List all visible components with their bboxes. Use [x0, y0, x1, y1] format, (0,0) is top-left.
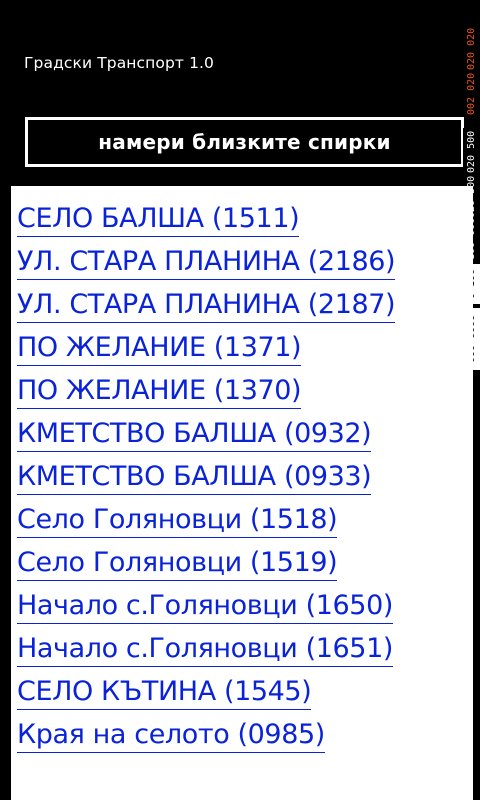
stop-list-item: Начало с.Голяновци (1650) — [17, 588, 395, 631]
stop-list-item: ПО ЖЕЛАНИЕ (1371) — [17, 330, 395, 373]
stop-list-item: Село Голяновци (1519) — [17, 545, 395, 588]
stop-list-item: Село Голяновци (1518) — [17, 502, 395, 545]
stop-link[interactable]: КМЕТСТВО БАЛША (0932) — [17, 416, 372, 452]
stop-link[interactable]: ПО ЖЕЛАНИЕ (1370) — [17, 373, 302, 409]
stop-link[interactable]: УЛ. СТАРА ПЛАНИНА (2187) — [17, 287, 396, 323]
stop-link[interactable]: ПО ЖЕЛАНИЕ (1371) — [17, 330, 302, 366]
stop-list-item: СЕЛО БАЛША (1511) — [17, 201, 395, 244]
stop-link[interactable]: СЕЛО БАЛША (1511) — [17, 201, 300, 237]
find-nearby-stops-button[interactable]: намери близките спирки — [25, 117, 464, 167]
stop-list: СЕЛО БАЛША (1511) УЛ. СТАРА ПЛАНИНА (218… — [17, 201, 396, 760]
stop-link[interactable]: Село Голяновци (1518) — [17, 502, 338, 538]
stop-link[interactable]: УЛ. СТАРА ПЛАНИНА (2186) — [17, 244, 396, 280]
stop-link[interactable]: Края на селото (0985) — [17, 717, 325, 753]
stop-list-item: ПО ЖЕЛАНИЕ (1370) — [17, 373, 395, 416]
app-title: Градски Транспорт 1.0 — [24, 54, 215, 72]
stop-link[interactable]: КМЕТСТВО БАЛША (0933) — [17, 459, 372, 495]
stop-list-item: КМЕТСТВО БАЛША (0932) — [17, 416, 395, 459]
stop-link[interactable]: Село Голяновци (1519) — [17, 545, 338, 581]
frame-rate-counter: 002 020 — [463, 73, 480, 115]
stop-list-item: УЛ. СТАРА ПЛАНИНА (2187) — [17, 287, 396, 330]
stop-list-item: Края на селото (0985) — [17, 717, 395, 760]
frame-rate-counter: 020 020 — [463, 28, 480, 70]
stop-list-item: СЕЛО КЪТИНА (1545) — [17, 674, 395, 717]
stops-panel: СЕЛО БАЛША (1511) УЛ. СТАРА ПЛАНИНА (218… — [11, 186, 473, 800]
stop-list-item: КМЕТСТВО БАЛША (0933) — [17, 459, 395, 502]
stop-link[interactable]: Начало с.Голяновци (1650) — [17, 588, 393, 624]
stop-list-item: УЛ. СТАРА ПЛАНИНА (2186) — [17, 244, 396, 287]
stop-list-item: Начало с.Голяновци (1651) — [17, 631, 395, 674]
stop-link[interactable]: СЕЛО КЪТИНА (1545) — [17, 674, 312, 710]
frame-rate-counter: 020 500 — [463, 128, 480, 176]
stop-link[interactable]: Начало с.Голяновци (1651) — [17, 631, 393, 667]
